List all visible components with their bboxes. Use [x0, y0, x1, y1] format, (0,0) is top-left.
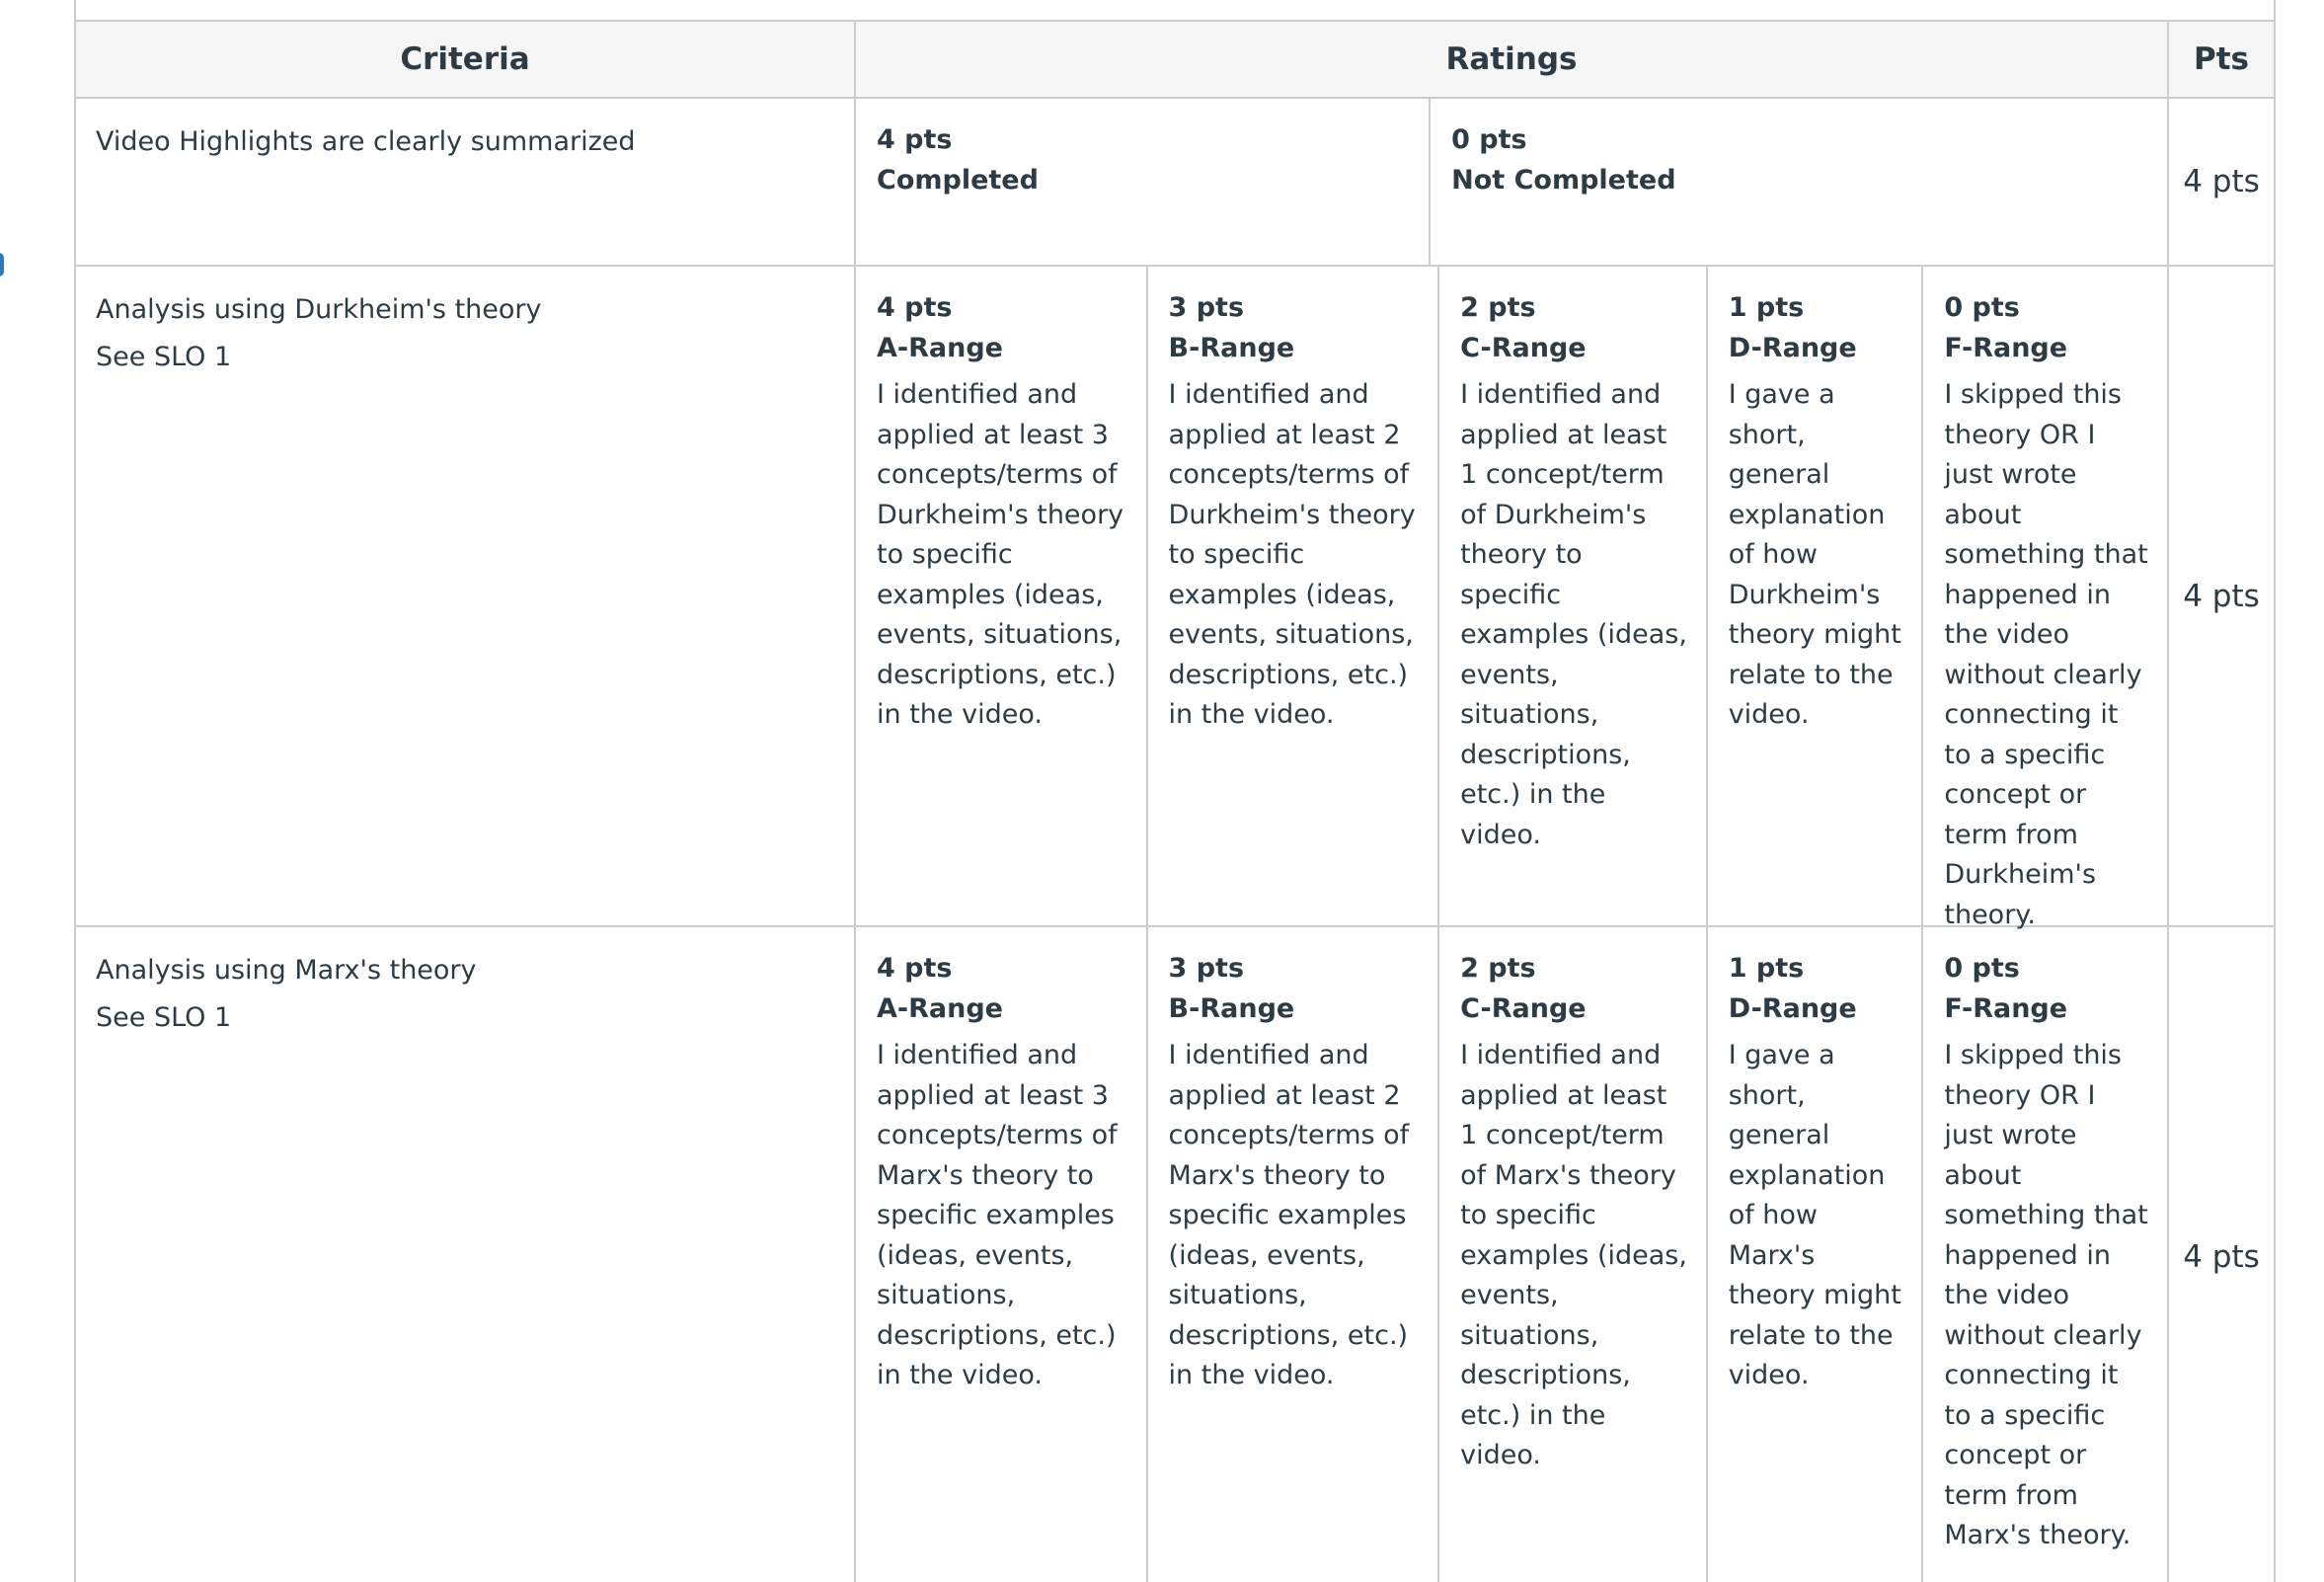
- rating-name: F-Range: [1944, 332, 2068, 363]
- rating-name: F-Range: [1944, 992, 2068, 1024]
- rating-name: C-Range: [1460, 992, 1587, 1024]
- rating-points: 4 pts: [877, 953, 953, 984]
- criterion-points: 4 pts: [2167, 97, 2276, 267]
- criterion-points: 4 pts: [2167, 265, 2276, 927]
- criteria-header: Criteria: [74, 20, 856, 99]
- criterion-description: Video Highlights are clearly summarized: [96, 126, 636, 157]
- criterion-cell: Analysis using Marx's theory See SLO 1: [74, 925, 856, 1582]
- criterion-row: Analysis using Marx's theory See SLO 1 4…: [74, 925, 2276, 1582]
- rating-option[interactable]: 3 pts B-Range I identified and applied a…: [1148, 267, 1440, 925]
- rating-description: I gave a short, general explanation of h…: [1728, 1040, 1901, 1390]
- rubric-header-row: Criteria Ratings Pts: [74, 20, 2276, 99]
- rating-points: 3 pts: [1168, 953, 1245, 984]
- rating-points: 1 pts: [1728, 953, 1805, 984]
- rating-points: 0 pts: [1944, 292, 2020, 323]
- rating-description: I skipped this theory OR I just wrote ab…: [1944, 1040, 2148, 1550]
- ratings-header: Ratings: [854, 20, 2169, 99]
- rating-option[interactable]: 3 pts B-Range I identified and applied a…: [1148, 927, 1440, 1582]
- criterion-description: Analysis using Marx's theory: [96, 955, 477, 986]
- criterion-long-description: See SLO 1: [96, 342, 232, 372]
- rating-points: 0 pts: [1944, 953, 2020, 984]
- rating-name: D-Range: [1728, 992, 1857, 1024]
- rating-points: 3 pts: [1168, 292, 1245, 323]
- criterion-points: 4 pts: [2167, 925, 2276, 1582]
- rating-description: I identified and applied at least 3 conc…: [877, 1040, 1118, 1390]
- rating-points: 2 pts: [1460, 953, 1536, 984]
- criterion-description: Analysis using Durkheim's theory: [96, 294, 542, 325]
- rating-option[interactable]: 0 pts F-Range I skipped this theory OR I…: [1923, 267, 2167, 930]
- rating-option[interactable]: 4 pts A-Range I identified and applied a…: [856, 927, 1148, 1582]
- rubric-title-strip: [74, 0, 2276, 20]
- rating-description: I identified and applied at least 1 conc…: [1460, 379, 1687, 850]
- criterion-row: Analysis using Durkheim's theory See SLO…: [74, 265, 2276, 930]
- rating-description: I identified and applied at least 3 conc…: [877, 379, 1124, 730]
- rating-name: D-Range: [1728, 332, 1857, 363]
- rubric-page: Criteria Ratings Pts Video Highlights ar…: [0, 0, 2324, 1582]
- rubric-table: Criteria Ratings Pts Video Highlights ar…: [74, 20, 2276, 1582]
- rating-option[interactable]: 1 pts D-Range I gave a short, general ex…: [1708, 927, 1924, 1582]
- rating-description: I identified and applied at least 2 conc…: [1168, 379, 1416, 730]
- criterion-row: Video Highlights are clearly summarized …: [74, 97, 2276, 267]
- rating-name: C-Range: [1460, 332, 1587, 363]
- rating-description: I identified and applied at least 1 conc…: [1460, 1040, 1687, 1470]
- rating-points: 4 pts: [877, 124, 953, 155]
- ratings-cell: 4 pts A-Range I identified and applied a…: [854, 265, 2169, 930]
- rating-option[interactable]: 1 pts D-Range I gave a short, general ex…: [1708, 267, 1924, 925]
- rating-name: B-Range: [1168, 992, 1295, 1024]
- scroll-marker: [0, 253, 4, 277]
- rating-points: 4 pts: [877, 292, 953, 323]
- ratings-cell: 4 pts Completed 0 pts Not Completed: [854, 97, 2169, 267]
- rating-points: 2 pts: [1460, 292, 1536, 323]
- criterion-cell: Video Highlights are clearly summarized: [74, 97, 856, 267]
- rating-points: 1 pts: [1728, 292, 1805, 323]
- rating-option[interactable]: 2 pts C-Range I identified and applied a…: [1439, 267, 1708, 925]
- ratings-cell: 4 pts A-Range I identified and applied a…: [854, 925, 2169, 1582]
- rating-description: I identified and applied at least 2 conc…: [1168, 1040, 1410, 1390]
- rating-points: 0 pts: [1451, 124, 1527, 155]
- rating-name: A-Range: [877, 992, 1003, 1024]
- criterion-cell: Analysis using Durkheim's theory See SLO…: [74, 265, 856, 927]
- rating-name: Completed: [877, 164, 1039, 196]
- rating-option[interactable]: 0 pts F-Range I skipped this theory OR I…: [1923, 927, 2167, 1582]
- rating-description: I gave a short, general explanation of h…: [1728, 379, 1901, 730]
- pts-header: Pts: [2167, 20, 2276, 99]
- criterion-long-description: See SLO 1: [96, 1002, 232, 1033]
- rating-name: A-Range: [877, 332, 1003, 363]
- rating-description: I skipped this theory OR I just wrote ab…: [1944, 379, 2148, 930]
- rating-option[interactable]: 4 pts Completed: [856, 99, 1432, 265]
- rating-option[interactable]: 2 pts C-Range I identified and applied a…: [1439, 927, 1708, 1582]
- rating-name: Not Completed: [1451, 164, 1676, 196]
- rating-name: B-Range: [1168, 332, 1295, 363]
- rating-option[interactable]: 4 pts A-Range I identified and applied a…: [856, 267, 1148, 925]
- rating-option[interactable]: 0 pts Not Completed: [1431, 99, 2167, 265]
